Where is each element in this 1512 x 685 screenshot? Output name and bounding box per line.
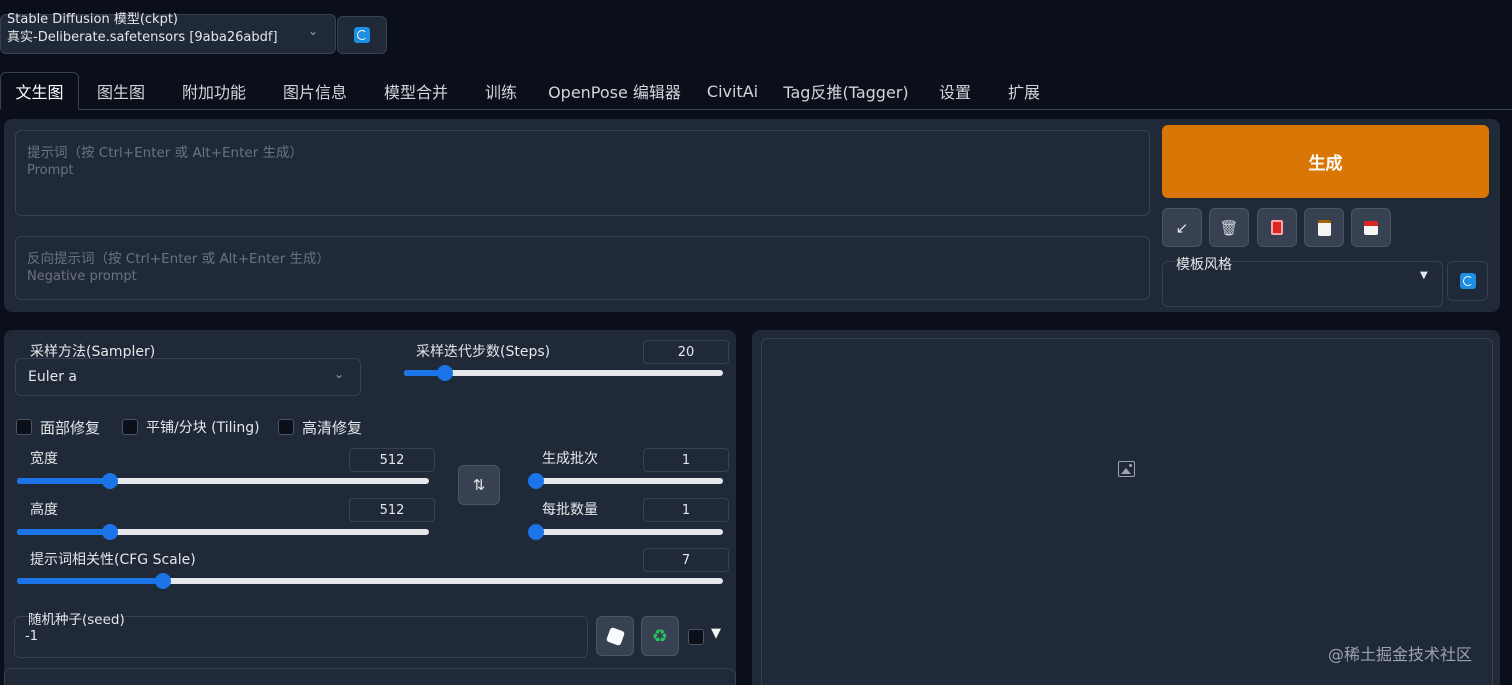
image-icon [1118, 461, 1135, 477]
refresh-model-button[interactable] [337, 16, 387, 54]
width-label: 宽度 [30, 451, 58, 467]
image-output-area [761, 338, 1493, 685]
read-params-button[interactable]: ↙ [1162, 208, 1202, 247]
slider-fill [17, 478, 111, 484]
tiling-checkbox[interactable] [122, 419, 138, 435]
swap-dimensions-button[interactable]: ⇅ [458, 465, 500, 505]
clear-prompt-button[interactable]: 🗑 [1209, 208, 1249, 247]
negative-prompt-textarea[interactable] [15, 236, 1150, 300]
cfg-label: 提示词相关性(CFG Scale) [30, 552, 196, 568]
tab-merge[interactable]: 模型合并 [372, 72, 460, 110]
seed-value: -1 [25, 629, 38, 644]
negative-prompt-placeholder: 反向提示词（按 Ctrl+Enter 或 Alt+Enter 生成） [27, 251, 331, 267]
slider-thumb[interactable] [528, 473, 544, 489]
sampler-value: Euler a [28, 369, 78, 385]
refresh-icon [1459, 273, 1476, 289]
arrow-icon: ↙ [1175, 218, 1189, 237]
style-label: 模板风格 [1176, 257, 1232, 273]
swap-arrows-icon: ⇅ [472, 476, 486, 494]
tab-extensions[interactable]: 扩展 [996, 72, 1052, 110]
batch-count-input[interactable]: 1 [643, 448, 729, 472]
tab-tagger[interactable]: Tag反推(Tagger) [778, 72, 914, 110]
batch-size-input[interactable]: 1 [643, 498, 729, 522]
hires-fix-checkbox[interactable] [278, 419, 294, 435]
slider-thumb[interactable] [436, 365, 453, 381]
slider-thumb[interactable] [155, 573, 172, 589]
face-restore-label: 面部修复 [40, 419, 101, 437]
tab-civitai[interactable]: CivitAi [700, 72, 765, 110]
clipboard-icon [1317, 219, 1331, 236]
slider-fill [17, 578, 164, 584]
apply-style-button[interactable] [1304, 208, 1344, 247]
height-slider[interactable] [17, 524, 429, 540]
batch-count-label: 生成批次 [542, 451, 598, 467]
prompt-placeholder-en: Prompt [27, 163, 74, 178]
additional-settings-panel [4, 668, 736, 685]
extra-seed-checkbox[interactable] [688, 629, 704, 645]
tab-train[interactable]: 训练 [473, 72, 529, 110]
model-label: Stable Diffusion 模型(ckpt) [7, 12, 179, 27]
dice-icon [605, 626, 625, 646]
batch-size-label: 每批数量 [542, 502, 598, 518]
caret-down-icon: ▼ [1420, 270, 1428, 281]
tab-extras[interactable]: 附加功能 [170, 72, 258, 110]
random-seed-button[interactable] [596, 616, 634, 656]
save-style-button[interactable] [1351, 208, 1391, 247]
slider-thumb[interactable] [102, 473, 119, 489]
slider-fill [17, 529, 111, 535]
red-card-icon [1271, 220, 1283, 235]
recycle-icon: ♻ [651, 625, 669, 647]
cfg-slider[interactable] [17, 573, 723, 589]
seed-label: 随机种子(seed) [28, 612, 125, 628]
face-restore-checkbox[interactable] [16, 419, 32, 435]
height-input[interactable]: 512 [349, 498, 435, 522]
chevron-down-icon: ⌄ [308, 24, 319, 38]
extra-seed-toggle-icon[interactable]: ▼ [711, 626, 721, 641]
refresh-icon [354, 27, 370, 43]
tab-img2img[interactable]: 图生图 [84, 72, 158, 110]
refresh-styles-button[interactable] [1447, 261, 1488, 301]
extra-networks-button[interactable] [1257, 208, 1297, 247]
reuse-seed-button[interactable]: ♻ [641, 616, 679, 656]
trash-icon: 🗑 [1219, 218, 1239, 237]
hires-fix-label: 高清修复 [302, 419, 363, 437]
steps-slider[interactable] [404, 365, 723, 381]
generate-button[interactable]: 生成 [1162, 125, 1489, 198]
cfg-input[interactable]: 7 [643, 548, 729, 572]
height-label: 高度 [30, 502, 58, 518]
negative-prompt-placeholder-en: Negative prompt [27, 269, 137, 284]
prompt-placeholder: 提示词（按 Ctrl+Enter 或 Alt+Enter 生成） [27, 145, 304, 161]
steps-label: 采样迭代步数(Steps) [416, 344, 551, 360]
tab-openpose[interactable]: OpenPose 编辑器 [542, 72, 687, 110]
width-slider[interactable] [17, 473, 429, 489]
save-icon [1364, 220, 1378, 235]
tab-png-info[interactable]: 图片信息 [271, 72, 359, 110]
tab-settings[interactable]: 设置 [927, 72, 983, 110]
model-value: 真实-Deliberate.safetensors [9aba26abdf] [7, 30, 278, 45]
chevron-down-icon: ⌄ [334, 367, 345, 381]
slider-thumb[interactable] [528, 524, 544, 540]
batch-count-slider[interactable] [528, 473, 723, 489]
steps-input[interactable]: 20 [643, 340, 729, 364]
watermark: @稀土掘金技术社区 [1328, 645, 1473, 664]
tab-txt2img[interactable]: 文生图 [0, 72, 79, 110]
slider-thumb[interactable] [102, 524, 119, 540]
batch-size-slider[interactable] [528, 524, 723, 540]
tiling-label: 平铺/分块 (Tiling) [146, 420, 260, 436]
width-input[interactable]: 512 [349, 448, 435, 472]
